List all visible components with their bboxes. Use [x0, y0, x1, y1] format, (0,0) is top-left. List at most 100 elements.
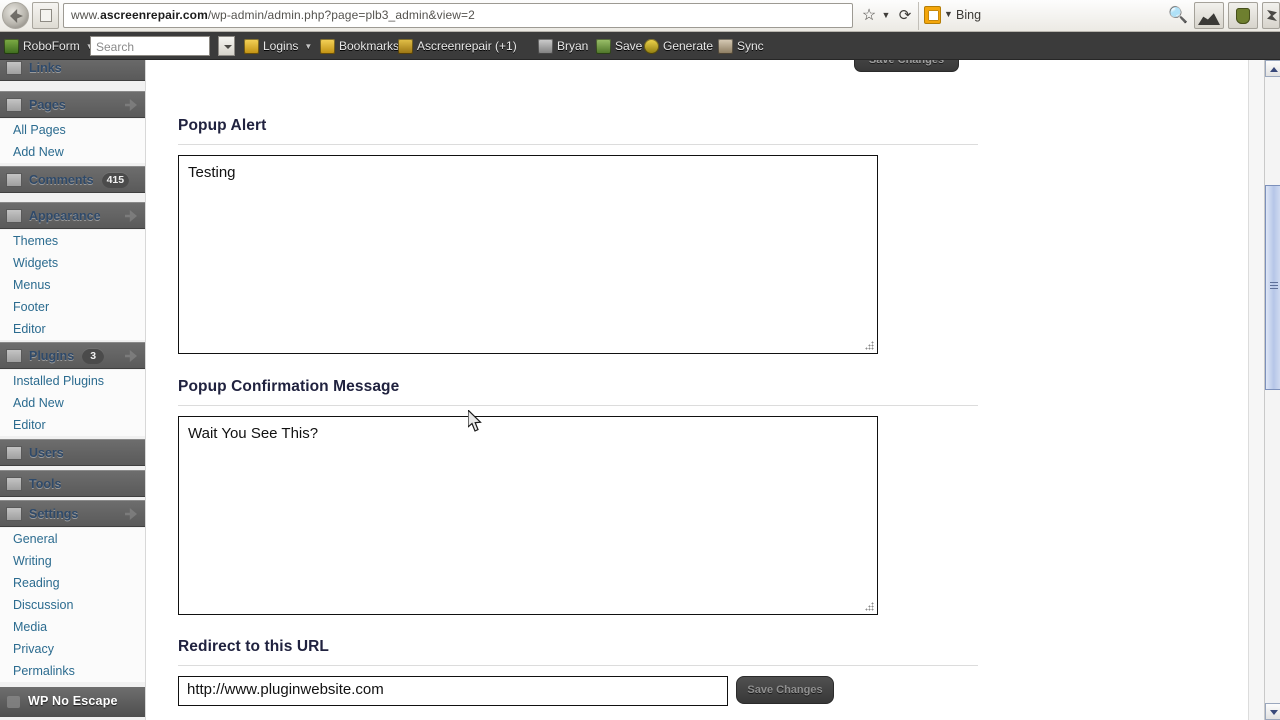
page-viewport: Links Pages All Pages Add New Comments 4…	[0, 60, 1264, 720]
sidebar-item-menus[interactable]: Menus	[0, 274, 145, 296]
sidebar-item-label: WP No Escape	[28, 694, 118, 708]
divider	[178, 144, 978, 145]
settings-form: Save Changes Popup Alert Testing Popup C…	[145, 60, 1264, 720]
chevron-right-icon	[125, 508, 137, 520]
roboform-toolbar: RoboForm ▼ Search Logins ▼ Bookmarks ▼ A…	[0, 32, 1280, 60]
popup-confirmation-textarea[interactable]: Wait You See This?	[178, 416, 878, 615]
sidebar-item-links[interactable]: Links	[0, 60, 145, 81]
roboform-search-dropdown[interactable]	[218, 36, 235, 56]
scrollbar-thumb[interactable]	[1265, 185, 1280, 390]
roboform-brand-button[interactable]: RoboForm ▼	[4, 32, 94, 60]
roboform-sync-button[interactable]: Sync	[718, 32, 764, 60]
sidebar-item-writing[interactable]: Writing	[0, 550, 145, 572]
turtle-icon[interactable]	[1228, 2, 1258, 29]
key-icon	[244, 38, 259, 54]
sidebar-item-label: Settings	[29, 506, 79, 521]
sidebar-item-discussion[interactable]: Discussion	[0, 594, 145, 616]
redirect-url-heading: Redirect to this URL	[178, 638, 329, 655]
inner-scroll-track[interactable]	[1248, 60, 1264, 720]
search-engine-icon[interactable]	[924, 6, 941, 24]
mountain-photo-icon[interactable]	[1194, 2, 1224, 29]
bookmark-star-icon[interactable]: ☆	[860, 4, 878, 26]
scroll-up-arrow-icon[interactable]	[1265, 60, 1280, 77]
sidebar-item-users[interactable]: Users	[0, 439, 145, 466]
roboform-save-button[interactable]: Save	[596, 32, 642, 60]
bookmark-chevron-down-icon[interactable]: ▼	[880, 4, 892, 26]
redirect-url-input[interactable]: http://www.pluginwebsite.com	[178, 676, 728, 706]
search-engine-label: Bing	[956, 8, 982, 22]
sidebar-item-label: Pages	[29, 97, 66, 112]
roboform-search-placeholder: Search	[96, 40, 135, 54]
resize-handle-icon[interactable]	[865, 341, 874, 350]
sidebar-item-tools[interactable]: Tools	[0, 470, 145, 497]
sidebar-item-appearance-editor[interactable]: Editor	[0, 318, 145, 340]
chevron-right-icon	[125, 210, 137, 222]
chevron-right-icon	[125, 99, 137, 111]
roboform-generate-button[interactable]: Generate	[644, 32, 713, 60]
sidebar-item-label: Tools	[29, 476, 62, 491]
roboform-identity-button[interactable]: Bryan	[538, 32, 588, 60]
url-prefix: www.	[71, 8, 101, 22]
sidebar-submenu-pages: All Pages Add New	[0, 119, 145, 163]
sidebar-submenu-plugins: Installed Plugins Add New Editor	[0, 370, 145, 436]
sidebar-item-add-new-page[interactable]: Add New	[0, 141, 145, 163]
popup-alert-value: Testing	[188, 164, 236, 181]
users-icon	[6, 445, 22, 460]
redirect-url-section: Redirect to this URL http://www.pluginwe…	[178, 638, 978, 706]
sidebar-item-pages[interactable]: Pages	[0, 91, 145, 118]
back-button[interactable]	[2, 2, 29, 29]
popup-alert-section: Popup Alert Testing	[178, 117, 978, 354]
popup-confirmation-heading: Popup Confirmation Message	[178, 378, 400, 395]
search-engine-chevron-down-icon[interactable]: ▼	[944, 9, 953, 19]
toolbar-divider	[918, 2, 919, 30]
wp-admin-sidebar: Links Pages All Pages Add New Comments 4…	[0, 60, 160, 720]
save-changes-button-top[interactable]: Save Changes	[854, 60, 959, 72]
forward-button[interactable]	[32, 2, 59, 29]
sidebar-item-all-pages[interactable]: All Pages	[0, 119, 145, 141]
sidebar-item-permalinks[interactable]: Permalinks	[0, 660, 145, 682]
roboform-generate-label: Generate	[663, 39, 714, 53]
popup-alert-textarea[interactable]: Testing	[178, 155, 878, 354]
sidebar-item-plugin-editor[interactable]: Editor	[0, 414, 145, 436]
save-icon	[596, 38, 611, 54]
sidebar-item-plugins[interactable]: Plugins 3	[0, 342, 145, 369]
roboform-bookmarks-label: Bookmarks	[339, 39, 400, 53]
plugins-count-badge: 3	[82, 347, 105, 364]
sidebar-item-installed-plugins[interactable]: Installed Plugins	[0, 370, 145, 392]
sidebar-item-add-new-plugin[interactable]: Add New	[0, 392, 145, 414]
address-bar[interactable]: www.ascreenrepair.com/wp-admin/admin.php…	[63, 3, 853, 28]
sidebar-item-privacy[interactable]: Privacy	[0, 638, 145, 660]
sidebar-item-themes[interactable]: Themes	[0, 230, 145, 252]
sidebar-item-label: Appearance	[29, 208, 101, 223]
roboform-sync-label: Sync	[737, 39, 764, 53]
login-card-icon	[398, 38, 413, 54]
window-scrollbar[interactable]	[1264, 60, 1280, 720]
sidebar-item-footer[interactable]: Footer	[0, 296, 145, 318]
sidebar-item-general[interactable]: General	[0, 528, 145, 550]
roboform-search-input[interactable]: Search	[90, 36, 210, 56]
appearance-icon	[6, 208, 22, 223]
settings-icon	[6, 506, 22, 521]
reload-icon[interactable]: ⟳	[896, 4, 914, 26]
roboform-site-login-button[interactable]: Ascreenrepair (+1)	[398, 32, 517, 60]
chevron-right-icon	[125, 350, 137, 362]
url-domain: ascreenrepair.com	[100, 8, 208, 22]
search-icon[interactable]: 🔍	[1166, 4, 1190, 26]
save-changes-button-bottom[interactable]: Save Changes	[736, 676, 834, 704]
roboform-logins-button[interactable]: Logins ▼	[244, 32, 312, 60]
bug-icon[interactable]	[1262, 2, 1280, 29]
sidebar-item-widgets[interactable]: Widgets	[0, 252, 145, 274]
url-path: /wp-admin/admin.php?page=plb3_admin&view…	[207, 8, 475, 22]
page-icon	[6, 97, 22, 112]
sidebar-item-settings[interactable]: Settings	[0, 500, 145, 527]
sidebar-item-comments[interactable]: Comments 415	[0, 166, 145, 193]
roboform-site-login-label: Ascreenrepair (+1)	[417, 39, 517, 53]
resize-handle-icon[interactable]	[865, 602, 874, 611]
scroll-down-arrow-icon[interactable]	[1265, 703, 1280, 720]
sidebar-item-appearance[interactable]: Appearance	[0, 202, 145, 229]
sidebar-item-label: Comments	[29, 172, 94, 187]
sidebar-item-reading[interactable]: Reading	[0, 572, 145, 594]
sidebar-item-wp-no-escape[interactable]: WP No Escape	[0, 687, 160, 717]
comment-icon	[6, 172, 22, 187]
sidebar-item-media[interactable]: Media	[0, 616, 145, 638]
